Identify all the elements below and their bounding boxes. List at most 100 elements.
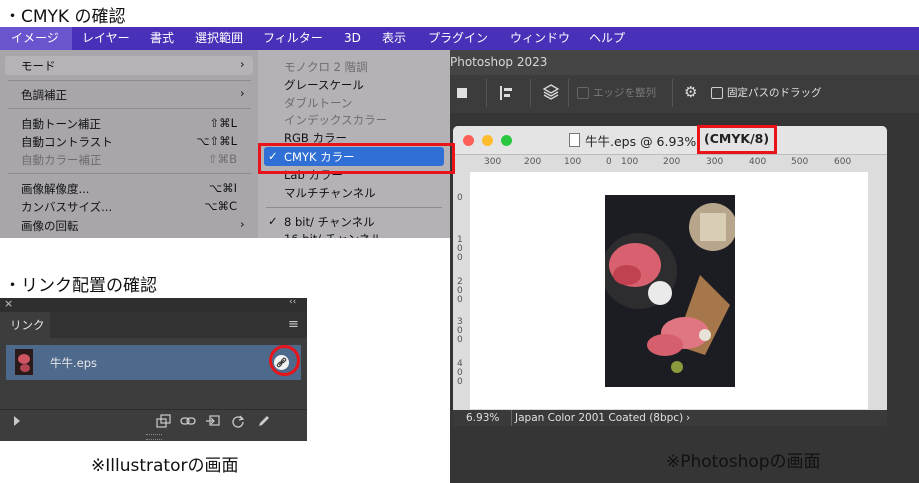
menu-image[interactable]: イメージ [0, 27, 72, 50]
shortcut-auto-tone: ⇧⌘L [209, 116, 237, 130]
update-link-icon[interactable] [231, 414, 245, 428]
menu-type[interactable]: 書式 [150, 27, 174, 50]
menu-window[interactable]: ウィンドウ [510, 27, 570, 50]
options-divider [530, 79, 531, 107]
shortcut-image-size: ⌥⌘I [208, 181, 237, 195]
menu-separator [8, 173, 251, 174]
cmyk-menu-highlight-box [258, 143, 455, 174]
menu-item-duotone[interactable]: ダブルトーン [284, 95, 352, 111]
menu-item-auto-contrast[interactable]: 自動コントラスト [21, 134, 113, 150]
document-canvas[interactable] [470, 172, 868, 409]
menu-item-bitmap[interactable]: モノクロ 2 階調 [284, 59, 368, 75]
link-file-name: 牛牛.eps [50, 356, 98, 370]
ruler-tick-label: 500 [791, 157, 809, 167]
panel-divider [0, 409, 307, 410]
photoshop-app-titlebar: Photoshop 2023 [450, 50, 919, 75]
links-panel: × ‹‹ リンク ≡ 牛牛.eps [0, 297, 307, 441]
show-info-triangle-icon[interactable] [14, 416, 20, 426]
ruler-tick-label: 0 [457, 193, 463, 203]
image-menu: モード › 色調補正 › 自動トーン補正 ⇧⌘L 自動コントラスト ⌥⇧⌘L 自… [0, 50, 258, 238]
options-bar: エッジを整列 ⚙ 固定パスのドラッグ [450, 75, 919, 113]
ruler-tick-label: 4 0 0 [457, 359, 463, 387]
ruler-tick-label: 100 [564, 157, 582, 167]
ruler-tick-label: 1 0 0 [457, 235, 463, 263]
rect-tool-icon[interactable] [457, 88, 467, 98]
close-icon[interactable]: × [4, 297, 13, 310]
zoom-level[interactable]: 6.93% [466, 410, 499, 426]
close-window-button[interactable] [463, 135, 474, 146]
options-divider [672, 79, 673, 107]
chevron-right-icon: › [240, 86, 245, 100]
document-title: 牛牛.eps @ 6.93% [585, 134, 697, 149]
cmyk-check-heading: ・CMYK の確認 [4, 7, 126, 27]
panel-menu-icon[interactable]: ≡ [288, 317, 299, 332]
path-align-icon[interactable] [500, 85, 514, 101]
fixed-path-drag-label: 固定パスのドラッグ [727, 87, 822, 99]
link-icon-highlight-circle [269, 345, 300, 376]
menu-filter[interactable]: フィルター [263, 27, 323, 50]
align-edges-label: エッジを整列 [593, 87, 656, 99]
ruler-horizontal: 300 200 100 0 100 200 300 400 500 600 [468, 155, 887, 171]
document-icon [569, 133, 580, 147]
ruler-tick-label: 200 [663, 157, 681, 167]
cmyk-title-highlight-box [697, 125, 777, 154]
ruler-vertical: 0 1 0 0 2 0 0 3 0 0 4 0 0 [453, 170, 469, 410]
chevron-right-icon: › [240, 57, 245, 71]
photoshop-app-title: Photoshop 2023 [450, 55, 548, 69]
ruler-tick-label: 600 [834, 157, 852, 167]
shortcut-canvas-size: ⌥⌘C [204, 199, 237, 213]
status-menu-arrow[interactable]: › [686, 410, 690, 426]
ruler-tick-label: 3 0 0 [457, 317, 463, 345]
menu-view[interactable]: 表示 [382, 27, 406, 50]
menu-item-8-bit[interactable]: 8 bit/ チャンネル [284, 214, 375, 230]
link-check-heading: ・リンク配置の確認 [4, 276, 157, 296]
menu-item-image-size[interactable]: 画像解像度... [21, 181, 89, 197]
menu-item-16-bit[interactable]: 16 bit/ チャンネル [284, 231, 382, 238]
collapse-icon[interactable]: ‹‹ [289, 297, 296, 307]
go-to-link-icon[interactable] [205, 414, 221, 428]
menu-3d[interactable]: 3D [344, 27, 361, 50]
link-row[interactable]: 牛牛.eps [6, 345, 301, 380]
menu-item-canvas-size[interactable]: カンバスサイズ... [21, 199, 112, 215]
panel-header: × ‹‹ [0, 297, 307, 312]
path-arrange-icon[interactable] [542, 83, 560, 101]
shortcut-auto-contrast: ⌥⇧⌘L [196, 134, 237, 148]
menu-item-multichannel[interactable]: マルチチャンネル [284, 185, 376, 201]
menu-item-grayscale[interactable]: グレースケール [284, 77, 364, 93]
resize-grip[interactable] [146, 434, 162, 440]
document-titlebar: 牛牛.eps @ 6.93% (CMYK/8) [453, 126, 887, 155]
shortcut-auto-color: ⇧⌘B [207, 152, 237, 166]
meat-photo [605, 195, 735, 387]
options-divider [486, 79, 487, 107]
illustrator-caption: ※Illustratorの画面 [91, 456, 239, 476]
menu-item-mode[interactable]: モード [21, 58, 56, 74]
menu-help[interactable]: ヘルプ [589, 27, 625, 50]
menu-item-auto-color[interactable]: 自動カラー補正 [21, 152, 102, 168]
color-profile: Japan Color 2001 Coated (8bpc) [515, 412, 684, 424]
menu-item-indexed-color[interactable]: インデックスカラー [284, 112, 387, 128]
zoom-window-button[interactable] [501, 135, 512, 146]
align-edges-checkbox[interactable] [577, 87, 589, 99]
menu-item-auto-tone[interactable]: 自動トーン補正 [21, 116, 101, 132]
menu-item-image-rotation[interactable]: 画像の回転 [21, 218, 79, 234]
menu-select[interactable]: 選択範囲 [195, 27, 243, 50]
gear-icon[interactable]: ⚙ [684, 85, 697, 100]
ruler-tick-label: 300 [484, 157, 502, 167]
chevron-right-icon: › [240, 217, 245, 231]
minimize-window-button[interactable] [482, 135, 493, 146]
status-bar: 6.93% Japan Color 2001 Coated (8bpc) › [453, 410, 887, 426]
menu-item-adjustments[interactable]: 色調補正 [21, 87, 67, 103]
ruler-tick-label: 0 [606, 157, 612, 167]
ruler-tick-label: 400 [749, 157, 767, 167]
relink-icon[interactable] [180, 415, 196, 427]
ruler-tick-label: 2 0 0 [457, 277, 463, 305]
edit-original-icon[interactable] [257, 414, 271, 428]
menu-separator [8, 80, 251, 81]
options-divider [568, 79, 569, 107]
fixed-path-drag-checkbox[interactable] [711, 87, 723, 99]
link-thumbnail [15, 349, 33, 375]
menu-plugins[interactable]: プラグイン [428, 27, 488, 50]
menu-layer[interactable]: レイヤー [82, 27, 130, 50]
relink-from-library-icon[interactable] [156, 414, 172, 428]
tab-links[interactable]: リンク [0, 312, 50, 338]
